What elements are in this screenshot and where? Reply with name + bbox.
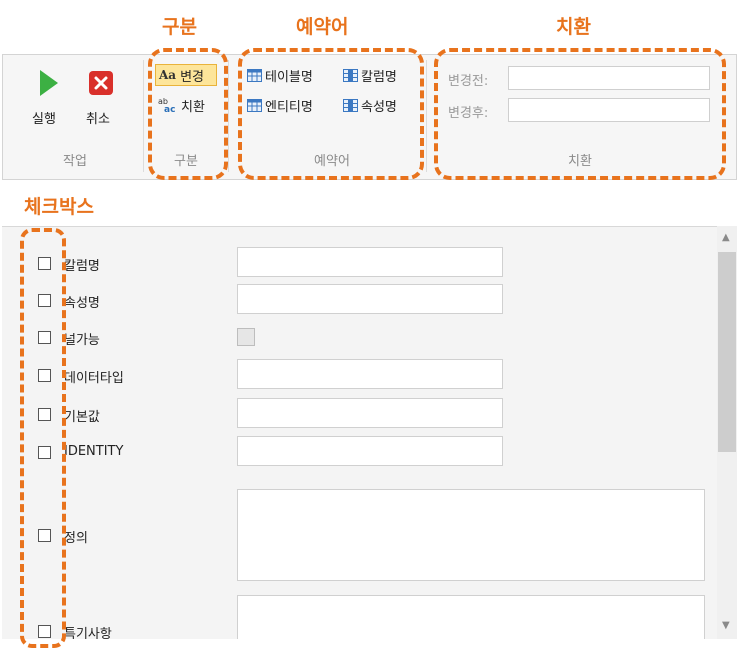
column-icon	[343, 68, 358, 82]
category-group-label: 구분	[174, 154, 198, 169]
data-type-checkbox[interactable]	[38, 369, 51, 382]
table-name-label: 테이블명	[265, 69, 313, 85]
ribbon-separator	[143, 60, 144, 172]
data-type-label: 데이터타입	[64, 371, 124, 386]
play-icon	[40, 70, 58, 96]
ribbon-separator	[228, 60, 229, 172]
change-label: 변경	[180, 69, 205, 85]
callout-category: 구분	[162, 16, 197, 38]
column-name-button[interactable]: 칼럼명	[340, 64, 400, 86]
nullable-checkbox[interactable]	[38, 331, 51, 344]
panel-header	[0, 180, 737, 226]
action-group-label: 작업	[63, 154, 87, 169]
change-icon: Aa	[159, 68, 177, 82]
properties-panel: 칼럼명 속성명 널가능 데이터타입 기본값 IDENTITY 정의 특기사항	[2, 226, 737, 639]
identity-input[interactable]	[237, 436, 503, 466]
property-row-column-name: 칼럼명	[2, 247, 712, 279]
scroll-thumb[interactable]	[718, 252, 736, 452]
property-row-definition: 정의	[2, 489, 712, 581]
nullable-label: 널가능	[64, 333, 100, 348]
change-button[interactable]: Aa 변경	[155, 64, 217, 86]
before-input[interactable]	[508, 66, 710, 90]
replace-mode-button[interactable]: ab ac 치환	[155, 94, 217, 116]
scroll-up-icon[interactable]: ▲	[722, 232, 730, 243]
definition-checkbox[interactable]	[38, 529, 51, 542]
run-label: 실행	[32, 112, 56, 127]
attribute-icon	[343, 98, 358, 112]
after-input[interactable]	[508, 98, 710, 122]
table-name-button[interactable]: 테이블명	[244, 64, 316, 86]
property-row-attribute-name: 속성명	[2, 284, 712, 316]
default-value-label: 기본값	[64, 410, 100, 425]
entity-icon	[247, 98, 262, 112]
property-row-identity: IDENTITY	[2, 436, 712, 468]
definition-label: 정의	[64, 531, 88, 546]
nullable-value-checkbox[interactable]	[237, 328, 255, 346]
svg-text:ac: ac	[164, 105, 175, 113]
default-value-input[interactable]	[237, 398, 503, 428]
attribute-name-label: 속성명	[64, 296, 100, 311]
remarks-label: 특기사항	[64, 627, 112, 639]
table-icon	[247, 68, 262, 82]
property-row-default-value: 기본값	[2, 398, 712, 430]
replace-group-label: 치환	[568, 154, 592, 169]
callout-replace: 치환	[556, 16, 591, 38]
column-name-label: 칼럼명	[361, 69, 397, 85]
scroll-down-icon[interactable]: ▼	[722, 620, 730, 631]
identity-label: IDENTITY	[64, 444, 124, 459]
vertical-scrollbar[interactable]: ▲ ▼	[717, 226, 737, 639]
identity-checkbox[interactable]	[38, 446, 51, 459]
remarks-textarea[interactable]	[237, 595, 705, 639]
replace-mode-label: 치환	[181, 99, 205, 115]
replace-text-icon: ab ac	[158, 97, 175, 113]
entity-name-label: 엔티티명	[265, 99, 313, 115]
attribute-name-input[interactable]	[237, 284, 503, 314]
callout-checkbox: 체크박스	[24, 196, 94, 218]
property-row-remarks: 특기사항	[2, 595, 712, 639]
data-type-input[interactable]	[237, 359, 503, 389]
definition-textarea[interactable]	[237, 489, 705, 581]
callout-reserved: 예약어	[296, 16, 349, 38]
ribbon-separator	[426, 60, 427, 172]
run-button[interactable]: 실행	[26, 64, 70, 134]
reserved-group-label: 예약어	[314, 154, 350, 169]
attribute-name-label: 속성명	[361, 99, 397, 115]
cancel-button[interactable]: 취소	[80, 64, 124, 134]
cancel-label: 취소	[86, 112, 110, 127]
property-row-nullable: 널가능	[2, 323, 712, 355]
close-icon	[89, 71, 113, 95]
remarks-checkbox[interactable]	[38, 625, 51, 638]
default-value-checkbox[interactable]	[38, 408, 51, 421]
column-name-input[interactable]	[237, 247, 503, 277]
column-name-checkbox[interactable]	[38, 257, 51, 270]
before-label: 변경전:	[448, 74, 489, 89]
property-row-data-type: 데이터타입	[2, 359, 712, 391]
after-label: 변경후:	[448, 106, 489, 121]
attribute-name-button[interactable]: 속성명	[340, 94, 400, 116]
entity-name-button[interactable]: 엔티티명	[244, 94, 316, 116]
attribute-name-checkbox[interactable]	[38, 294, 51, 307]
column-name-label: 칼럼명	[64, 259, 100, 274]
